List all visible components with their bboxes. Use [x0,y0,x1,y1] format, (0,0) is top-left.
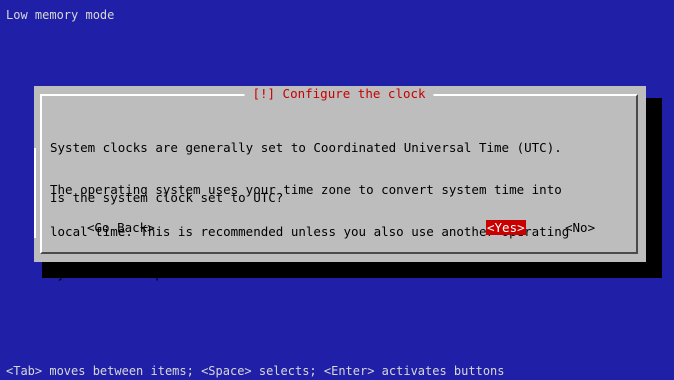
dialog-left-edge [34,148,40,238]
dialog-message: System clocks are generally set to Coord… [50,113,569,309]
go-back-button[interactable]: <Go Back> [86,220,156,235]
configure-clock-dialog: [!] Configure the clock System clocks ar… [34,86,646,281]
top-status-text: Low memory mode [6,8,115,22]
yes-button[interactable]: <Yes> [486,220,526,235]
message-line: System clocks are generally set to Coord… [50,140,562,155]
dialog-title: [!] Configure the clock [244,86,434,101]
dialog-question: Is the system clock set to UTC? [50,190,284,205]
message-line: system that expects the clock to be set … [50,266,457,281]
help-line: <Tab> moves between items; <Space> selec… [6,364,505,378]
no-button[interactable]: <No> [564,220,596,235]
